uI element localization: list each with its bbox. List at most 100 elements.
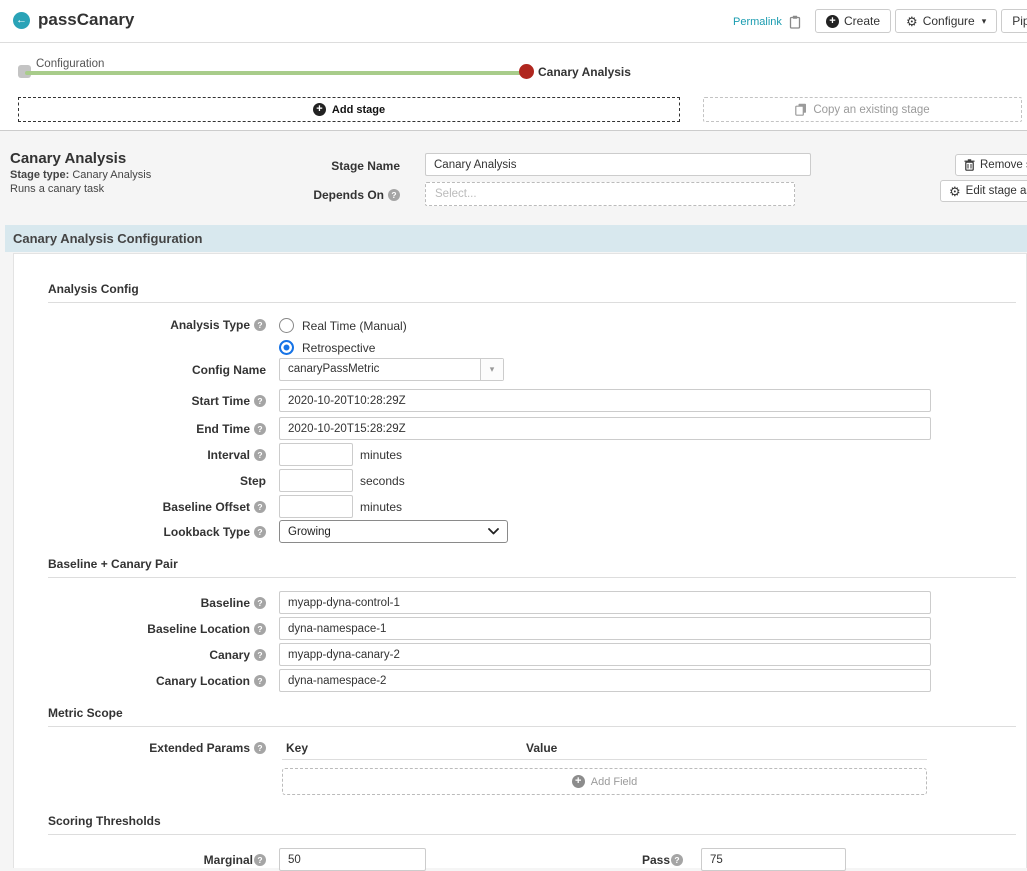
- canary-config-section-title: Canary Analysis Configuration: [13, 231, 203, 246]
- radio-retrospective[interactable]: Retrospective: [279, 340, 407, 355]
- config-name-label: Config Name: [48, 363, 266, 377]
- depends-on-placeholder: Select...: [435, 188, 477, 200]
- stage-type-label: Stage type:: [10, 169, 69, 181]
- stage-name-input[interactable]: [425, 153, 811, 176]
- pipeline-actions-label: Pipeline Actions: [1012, 14, 1027, 28]
- page-title: passCanary: [38, 10, 134, 30]
- step-input[interactable]: [279, 469, 353, 492]
- dropdown-arrow-icon[interactable]: ▾: [480, 359, 503, 380]
- interval-input[interactable]: [279, 443, 353, 466]
- end-time-label: End Time?: [48, 422, 266, 436]
- configure-button[interactable]: ⚙ Configure ▾: [895, 9, 997, 33]
- lookback-type-select[interactable]: Growing: [279, 520, 508, 543]
- baseline-offset-label: Baseline Offset?: [48, 500, 266, 514]
- copy-existing-stage-button[interactable]: Copy an existing stage: [703, 97, 1022, 122]
- copy-icon: [795, 103, 807, 116]
- clipboard-icon[interactable]: [789, 15, 801, 29]
- help-icon[interactable]: ?: [254, 395, 266, 407]
- add-field-button[interactable]: + Add Field: [282, 768, 927, 795]
- pipeline-actions-button[interactable]: Pipeline Actions ▾: [1001, 9, 1027, 33]
- marginal-label: Marginal?: [48, 853, 266, 867]
- help-icon[interactable]: ?: [254, 319, 266, 331]
- caret-down-icon: ▾: [982, 16, 987, 27]
- canary-location-input[interactable]: [279, 669, 931, 692]
- divider: [48, 577, 1016, 578]
- help-icon[interactable]: ?: [254, 449, 266, 461]
- help-icon[interactable]: ?: [388, 189, 400, 201]
- create-button[interactable]: + Create: [815, 9, 891, 33]
- plus-circle-icon: +: [572, 775, 585, 788]
- stage-details-title: Canary Analysis: [10, 150, 126, 167]
- divider: [48, 834, 1016, 835]
- start-time-input[interactable]: [279, 389, 931, 412]
- help-icon[interactable]: ?: [254, 597, 266, 609]
- canary-config-card: Analysis Config Analysis Type? Real Time…: [13, 253, 1027, 868]
- graph-stage-canary-analysis-label[interactable]: Canary Analysis: [538, 65, 631, 79]
- copy-existing-stage-label: Copy an existing stage: [813, 104, 929, 116]
- baseline-input[interactable]: [279, 591, 931, 614]
- canary-input[interactable]: [279, 643, 931, 666]
- canary-location-label: Canary Location?: [48, 674, 266, 688]
- add-stage-button[interactable]: + Add stage: [18, 97, 680, 122]
- add-stage-label: Add stage: [332, 104, 385, 116]
- step-unit: seconds: [360, 474, 405, 488]
- stage-description: Runs a canary task: [10, 183, 104, 195]
- back-icon[interactable]: ←: [13, 12, 30, 29]
- baseline-location-input[interactable]: [279, 617, 931, 640]
- radio-retrospective-label: Retrospective: [302, 341, 375, 355]
- config-name-select[interactable]: canaryPassMetric ▾: [279, 358, 504, 381]
- baseline-canary-pair-heading: Baseline + Canary Pair: [48, 557, 178, 571]
- remove-stage-label: Remove stage: [980, 159, 1027, 171]
- configure-button-label: Configure: [923, 14, 975, 28]
- pass-label: Pass?: [426, 853, 683, 867]
- permalink-link[interactable]: Permalink: [733, 16, 782, 28]
- end-time-input[interactable]: [279, 417, 931, 440]
- pipeline-top-card: ← passCanary Permalink + Create ⚙ Config…: [0, 0, 1027, 131]
- help-icon[interactable]: ?: [254, 649, 266, 661]
- help-icon[interactable]: ?: [671, 854, 683, 866]
- divider: [48, 302, 1016, 303]
- baseline-offset-unit: minutes: [360, 500, 402, 514]
- metric-scope-heading: Metric Scope: [48, 706, 123, 720]
- radio-unchecked-icon[interactable]: [279, 318, 294, 333]
- header-divider: [0, 42, 1027, 43]
- lookback-type-label: Lookback Type?: [48, 525, 266, 539]
- pipeline-title-wrap: ← passCanary: [13, 10, 134, 30]
- stage-type-value: Canary Analysis: [72, 169, 151, 181]
- baseline-offset-input[interactable]: [279, 495, 353, 518]
- trash-icon: [964, 159, 975, 171]
- extended-params-label: Extended Params?: [48, 741, 266, 755]
- depends-on-select[interactable]: Select...: [425, 182, 795, 206]
- gear-icon: ⚙: [906, 15, 918, 28]
- interval-label: Interval?: [48, 448, 266, 462]
- help-icon[interactable]: ?: [254, 854, 266, 866]
- gear-icon: ⚙: [949, 185, 961, 198]
- baseline-label: Baseline?: [48, 596, 266, 610]
- analysis-config-heading: Analysis Config: [48, 282, 139, 296]
- help-icon[interactable]: ?: [254, 501, 266, 513]
- config-name-value: canaryPassMetric: [280, 359, 480, 380]
- baseline-location-label: Baseline Location?: [48, 622, 266, 636]
- create-button-label: Create: [844, 14, 880, 28]
- start-time-label: Start Time?: [48, 394, 266, 408]
- table-header-divider: [282, 759, 927, 760]
- graph-stage-configuration-label[interactable]: Configuration: [36, 58, 104, 70]
- scoring-thresholds-heading: Scoring Thresholds: [48, 814, 161, 828]
- graph-edge: [25, 71, 526, 75]
- interval-unit: minutes: [360, 448, 402, 462]
- value-column-header: Value: [526, 741, 557, 755]
- help-icon[interactable]: ?: [254, 423, 266, 435]
- graph-node-canary-analysis[interactable]: [519, 64, 534, 79]
- radio-real-time[interactable]: Real Time (Manual): [279, 318, 407, 333]
- help-icon[interactable]: ?: [254, 675, 266, 687]
- help-icon[interactable]: ?: [254, 526, 266, 538]
- remove-stage-button[interactable]: Remove stage: [955, 154, 1027, 176]
- radio-real-time-label: Real Time (Manual): [302, 319, 407, 333]
- help-icon[interactable]: ?: [254, 742, 266, 754]
- help-icon[interactable]: ?: [254, 623, 266, 635]
- canary-label: Canary?: [48, 648, 266, 662]
- add-field-label: Add Field: [591, 776, 637, 788]
- edit-stage-as-json-button[interactable]: ⚙ Edit stage as JSON: [940, 180, 1027, 202]
- radio-checked-icon[interactable]: [279, 340, 294, 355]
- key-column-header: Key: [286, 741, 308, 755]
